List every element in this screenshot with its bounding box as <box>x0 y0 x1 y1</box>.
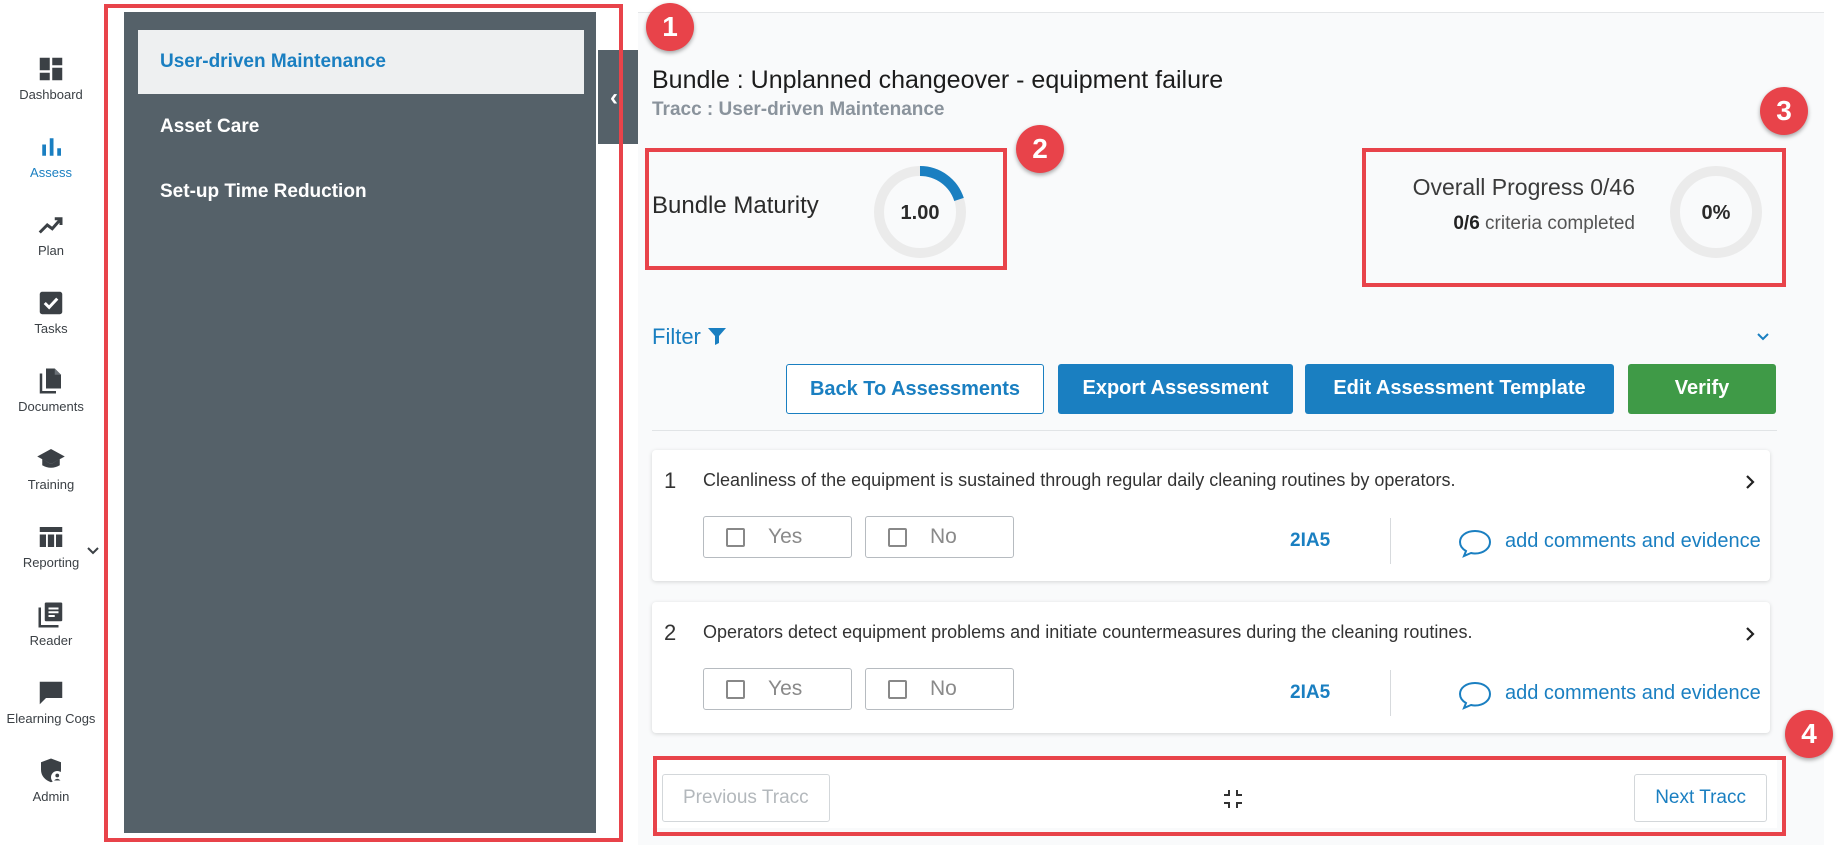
rail-item-tasks[interactable]: Tasks <box>0 288 102 358</box>
filter-icon <box>708 328 727 345</box>
rail-item-reader[interactable]: Reader <box>0 600 102 670</box>
divider <box>1390 518 1391 564</box>
annotation-badge-4: 4 <box>1785 710 1833 758</box>
rail-item-label: Reader <box>29 633 73 648</box>
bar-chart-icon <box>42 138 61 156</box>
page-title: Bundle : Unplanned changeover - equipmen… <box>652 66 1224 94</box>
rail-item-label: Tasks <box>34 321 68 336</box>
annotation-highlight-2 <box>645 148 1007 270</box>
chat-icon <box>39 681 63 705</box>
rail-item-label: Dashboard <box>19 87 83 102</box>
annotation-highlight-1 <box>104 4 623 842</box>
graduation-cap-icon <box>37 449 65 468</box>
page-subtitle: Tracc : User-driven Maintenance <box>652 99 945 120</box>
export-assessment-button[interactable]: Export Assessment <box>1058 364 1293 414</box>
dashboard-icon <box>39 57 63 81</box>
divider <box>1390 670 1391 716</box>
yes-label: Yes <box>768 677 803 700</box>
rail-item-assess[interactable]: Assess <box>0 132 102 202</box>
add-comments-link[interactable]: add comments and evidence <box>1505 530 1761 553</box>
shield-user-icon <box>41 758 64 784</box>
comment-icon[interactable] <box>1458 680 1492 710</box>
checkbox-box <box>888 680 907 699</box>
chevron-down-icon[interactable] <box>1754 328 1772 346</box>
top-divider <box>638 12 1824 13</box>
no-label: No <box>930 677 957 700</box>
criterion-number: 1 <box>664 468 677 493</box>
checkbox-icon <box>39 291 63 315</box>
no-checkbox[interactable]: No <box>865 516 1014 558</box>
annotation-badge-1: 1 <box>646 3 694 51</box>
checkbox-box <box>726 528 745 547</box>
rail-item-label: Elearning Cogs <box>6 711 96 726</box>
checkbox-box <box>888 528 907 547</box>
back-to-assessments-button[interactable]: Back To Assessments <box>786 364 1044 414</box>
criterion-text: Operators detect equipment problems and … <box>703 622 1473 642</box>
annotation-badge-2: 2 <box>1016 125 1064 173</box>
yes-checkbox[interactable]: Yes <box>703 516 852 558</box>
annotation-highlight-3 <box>1362 148 1786 287</box>
yes-label: Yes <box>768 525 803 548</box>
rail-item-training[interactable]: Training <box>0 444 102 514</box>
rail-item-admin[interactable]: Admin <box>0 756 102 826</box>
no-checkbox[interactable]: No <box>865 668 1014 710</box>
documents-icon <box>39 368 61 394</box>
add-comments-link[interactable]: add comments and evidence <box>1505 682 1761 705</box>
reader-icon <box>38 602 63 628</box>
annotation-highlight-4 <box>653 756 1786 836</box>
trending-up-icon <box>38 217 63 234</box>
criterion-card: 1 Cleanliness of the equipment is sustai… <box>652 450 1770 581</box>
chevron-right-icon[interactable] <box>1742 626 1758 642</box>
no-label: No <box>930 525 957 548</box>
rail-item-documents[interactable]: Documents <box>0 366 102 436</box>
rail-item-elearning-cogs[interactable]: Elearning Cogs <box>0 678 102 748</box>
checkbox-box <box>726 680 745 699</box>
edit-assessment-template-button[interactable]: Edit Assessment Template <box>1305 364 1614 414</box>
rail-item-label: Assess <box>30 165 72 180</box>
comment-icon[interactable] <box>1458 528 1492 558</box>
rail-item-dashboard[interactable]: Dashboard <box>0 54 102 124</box>
rail-item-label: Training <box>27 477 75 492</box>
rail-item-label: Admin <box>32 789 70 804</box>
filter-toggle[interactable]: Filter <box>652 324 727 350</box>
criterion-code-link[interactable]: 2IA5 <box>1290 530 1330 552</box>
annotation-badge-3: 3 <box>1760 87 1808 135</box>
chevron-right-icon[interactable] <box>1742 474 1758 490</box>
criterion-card: 2 Operators detect equipment problems an… <box>652 602 1770 733</box>
criterion-text: Cleanliness of the equipment is sustaine… <box>703 470 1456 490</box>
rail-item-plan[interactable]: Plan <box>0 210 102 280</box>
criterion-number: 2 <box>664 620 677 645</box>
criterion-code-link[interactable]: 2IA5 <box>1290 682 1330 704</box>
table-icon <box>39 527 63 547</box>
chevron-down-icon[interactable] <box>86 544 100 558</box>
filter-label: Filter <box>652 324 701 349</box>
rail-item-label: Documents <box>18 399 84 414</box>
verify-button[interactable]: Verify <box>1628 364 1776 414</box>
yes-checkbox[interactable]: Yes <box>703 668 852 710</box>
icon-rail: Dashboard Assess Plan Tasks Documents Tr… <box>0 0 102 845</box>
rail-item-label: Plan <box>37 243 65 258</box>
divider <box>652 430 1777 431</box>
